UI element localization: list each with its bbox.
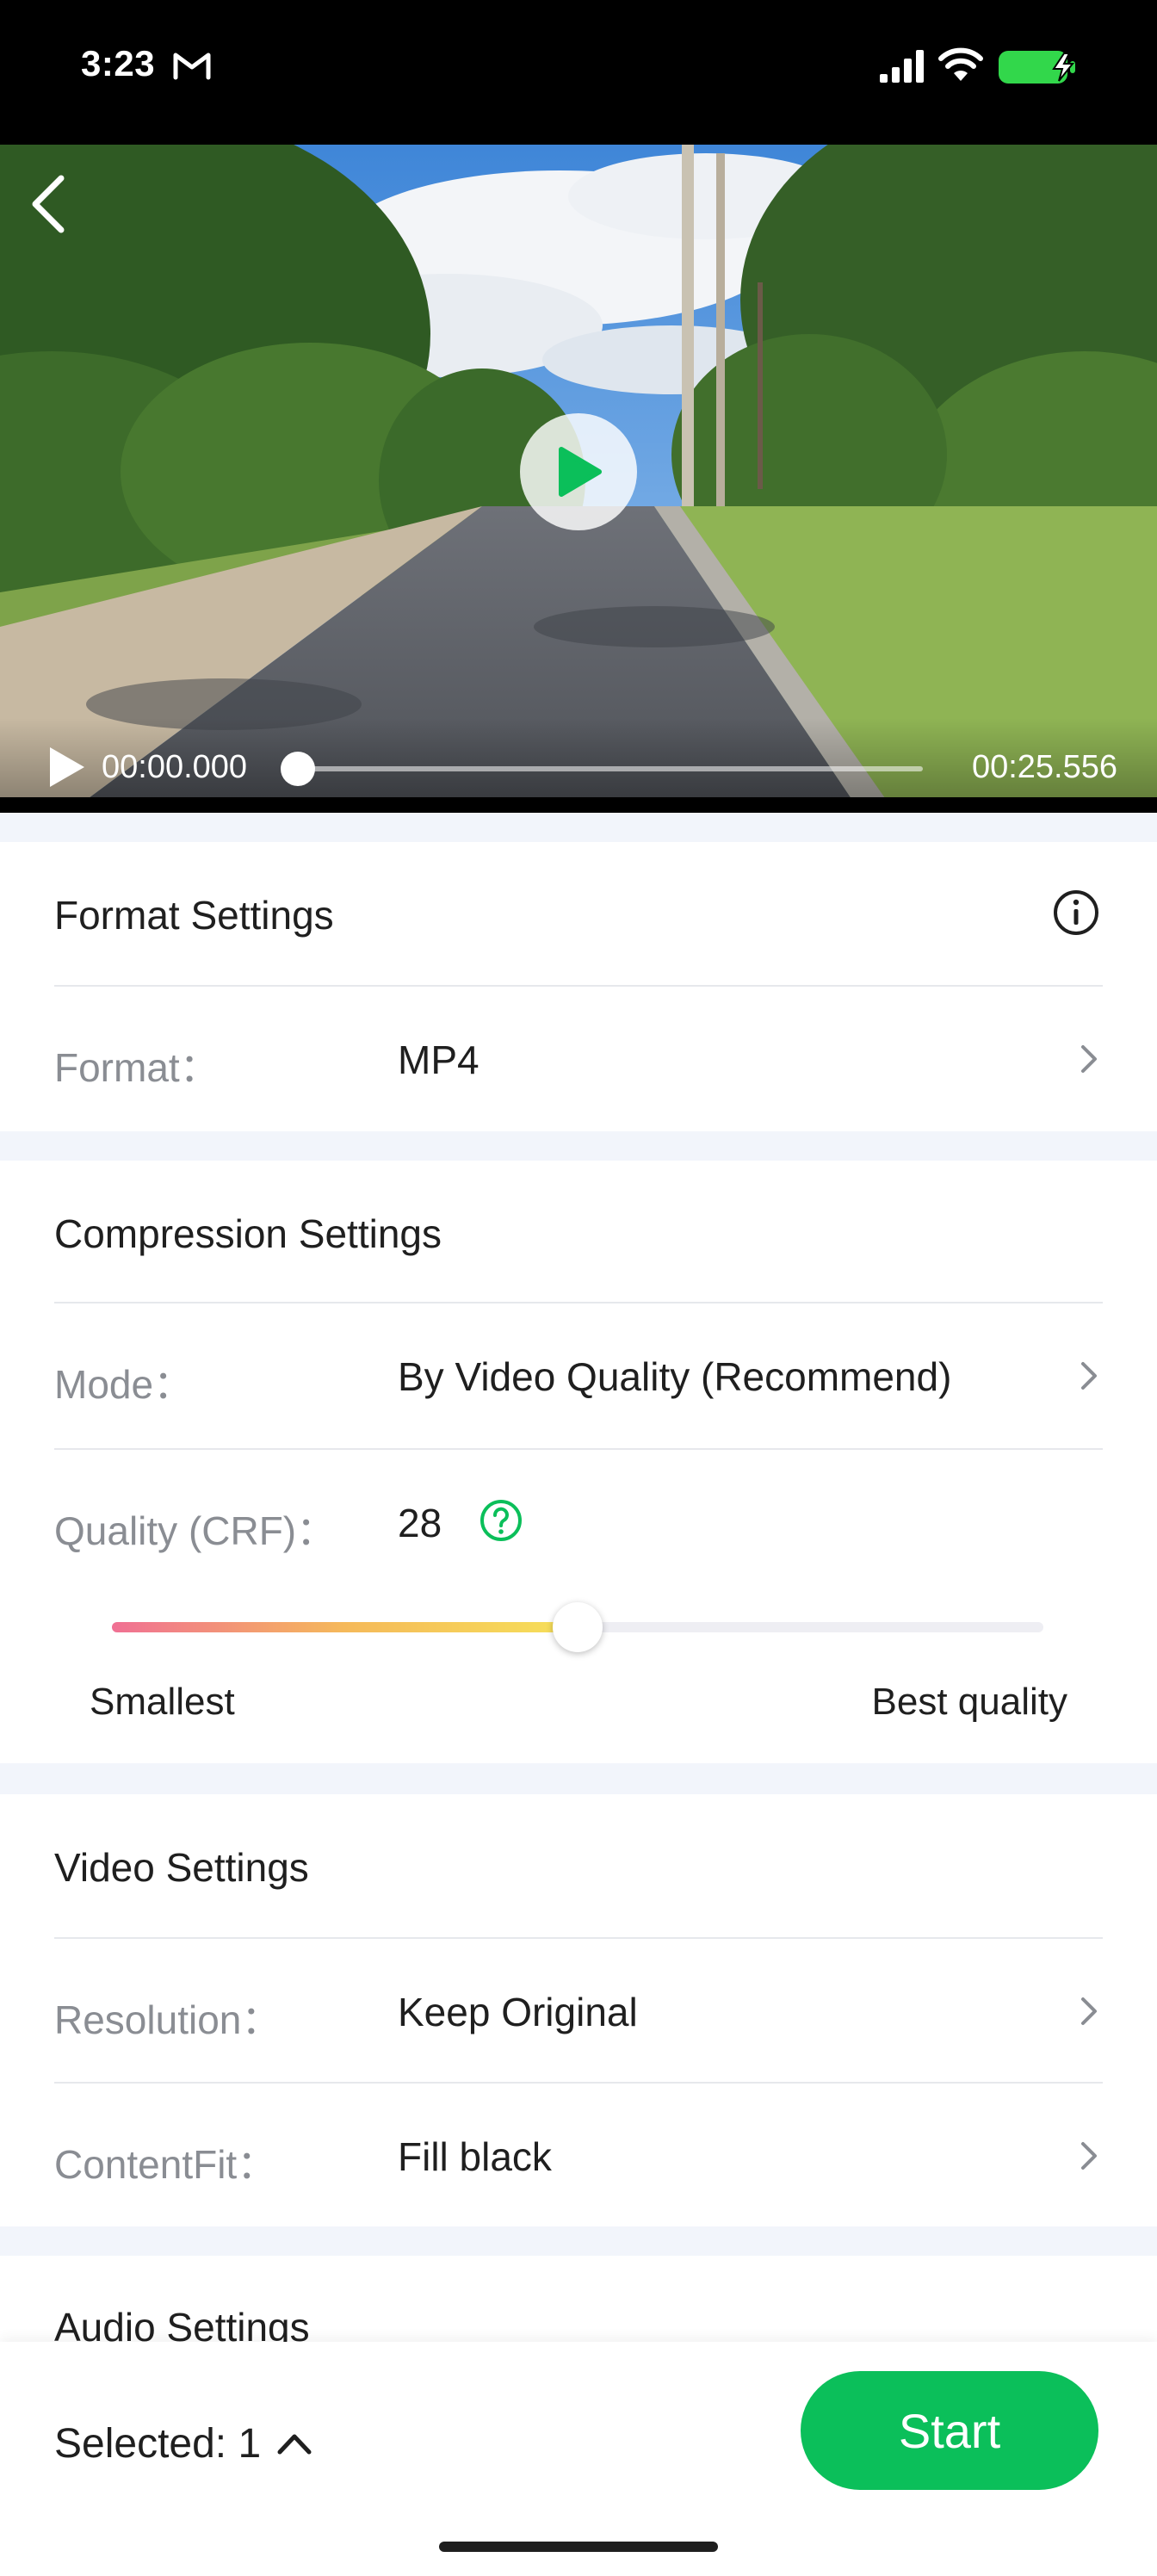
- selected-count: Selected: 1: [54, 2420, 262, 2467]
- battery-charging-icon: [999, 51, 1075, 84]
- gmail-icon: [173, 53, 211, 80]
- resolution-row[interactable]: Resolution： Keep Original: [0, 1939, 1157, 2082]
- wifi-icon: [938, 47, 983, 81]
- quality-slider-fill: [112, 1622, 578, 1632]
- progress-track[interactable]: [298, 766, 923, 771]
- resolution-label: Resolution：: [54, 1997, 282, 2042]
- quality-label: Quality (CRF)：: [54, 1508, 337, 1553]
- info-icon[interactable]: [1052, 889, 1100, 937]
- center-play-button[interactable]: [520, 413, 637, 530]
- bottom-action-bar: Selected: 1 Start: [0, 2342, 1157, 2576]
- play-icon: [559, 447, 602, 497]
- format-settings-card: Format Settings Format： MP4: [0, 842, 1157, 1131]
- format-row[interactable]: Format： MP4: [0, 987, 1157, 1131]
- divider: [54, 1448, 1103, 1450]
- video-settings-title: Video Settings: [54, 1845, 309, 1890]
- signal-icon: [880, 50, 924, 83]
- resolution-value: Keep Original: [398, 1990, 638, 2034]
- quality-slider-thumb[interactable]: [553, 1602, 603, 1652]
- contentfit-label: ContentFit：: [54, 2142, 277, 2187]
- slider-min-label: Smallest: [90, 1681, 235, 1723]
- format-value: MP4: [398, 1037, 480, 1082]
- status-bar: 3:23: [0, 0, 1157, 145]
- compression-settings-card: Compression Settings Mode： By Video Qual…: [0, 1161, 1157, 1763]
- video-player[interactable]: 00:00.000 00:25.556: [0, 145, 1157, 813]
- home-indicator: [439, 2542, 718, 2552]
- compression-settings-title: Compression Settings: [54, 1211, 442, 1256]
- chevron-up-icon: [277, 2434, 312, 2455]
- contentfit-row[interactable]: ContentFit： Fill black: [0, 2084, 1157, 2226]
- help-icon[interactable]: [479, 1498, 523, 1543]
- chevron-right-icon: [1081, 1045, 1097, 1073]
- start-button[interactable]: Start: [801, 2371, 1098, 2490]
- format-settings-title: Format Settings: [54, 893, 334, 938]
- contentfit-value: Fill black: [398, 2134, 552, 2179]
- status-time: 3:23: [81, 43, 156, 84]
- mode-value: By Video Quality (Recommend): [398, 1354, 952, 1399]
- total-time: 00:25.556: [971, 749, 1117, 785]
- chevron-right-icon: [1081, 1997, 1097, 2025]
- play-icon[interactable]: [46, 746, 86, 789]
- progress-thumb[interactable]: [281, 752, 315, 786]
- quality-value: 28: [398, 1501, 442, 1545]
- format-label: Format：: [54, 1045, 220, 1090]
- video-bottom-bar: [0, 797, 1157, 813]
- current-time: 00:00.000: [102, 749, 248, 785]
- chevron-right-icon: [1081, 1362, 1097, 1390]
- slider-max-label: Best quality: [871, 1681, 1067, 1723]
- mode-label: Mode：: [54, 1362, 194, 1407]
- back-icon: [32, 175, 65, 233]
- selected-count-toggle[interactable]: Selected: 1: [54, 2409, 312, 2478]
- back-button[interactable]: [17, 165, 77, 243]
- video-settings-card: Video Settings Resolution： Keep Original…: [0, 1794, 1157, 2226]
- mode-row[interactable]: Mode： By Video Quality (Recommend): [0, 1303, 1157, 1448]
- chevron-right-icon: [1081, 2142, 1097, 2170]
